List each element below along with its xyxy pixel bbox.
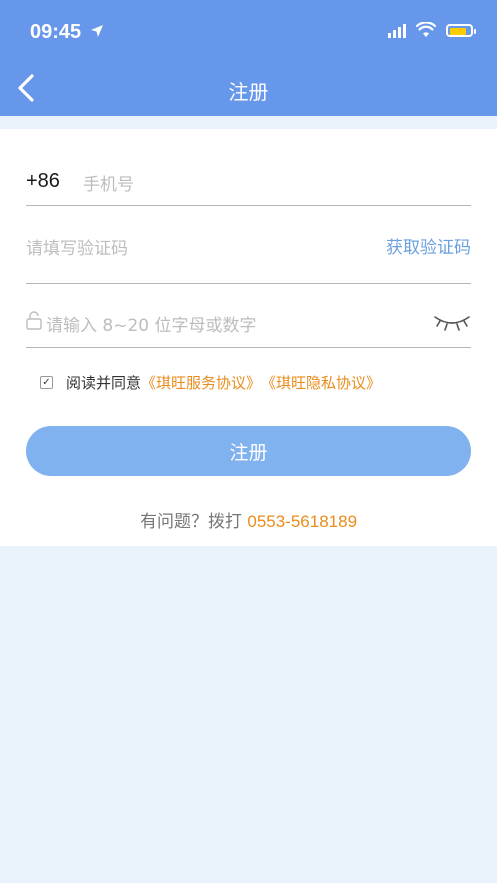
- agreement-row: ✓ 阅读并同意 《琪旺服务协议》 《琪旺隐私协议》: [40, 372, 381, 393]
- help-phone-link[interactable]: 0553-5618189: [247, 512, 357, 531]
- agreement-checkbox[interactable]: ✓: [40, 376, 53, 389]
- location-arrow-icon: [91, 25, 103, 37]
- help-label: 有问题？拨打: [139, 512, 242, 532]
- page-title: 注册: [228, 80, 269, 104]
- lock-icon: [26, 311, 42, 330]
- phone-field[interactable]: +86 手机号: [26, 164, 471, 206]
- code-input[interactable]: 请填写验证码: [26, 234, 128, 259]
- status-indicators: [388, 22, 476, 38]
- wifi-icon: [416, 22, 436, 37]
- get-code-button[interactable]: 获取验证码: [386, 233, 471, 258]
- password-input[interactable]: 请输入 8~20 位字母或数字: [46, 311, 257, 336]
- privacy-agreement-link[interactable]: 《琪旺隐私协议》: [261, 372, 381, 393]
- verification-code-field[interactable]: 请填写验证码 获取验证码: [26, 229, 471, 284]
- status-time: 09:45: [30, 21, 82, 43]
- eye-closed-icon[interactable]: [433, 313, 471, 333]
- register-form: +86 手机号 请填写验证码 获取验证码 请输入 8~20 位字母或数字 ✓ 阅…: [0, 129, 497, 546]
- signal-icon: [388, 22, 406, 38]
- header-bar: 09:45 注册: [0, 0, 497, 116]
- battery-icon: [446, 23, 476, 37]
- country-code[interactable]: +86: [26, 170, 60, 193]
- help-line: 有问题？拨打 0553-5618189: [0, 507, 497, 532]
- register-button[interactable]: 注册: [26, 426, 471, 476]
- password-field[interactable]: 请输入 8~20 位字母或数字: [26, 301, 471, 348]
- phone-input[interactable]: 手机号: [83, 170, 134, 195]
- service-agreement-link[interactable]: 《琪旺服务协议》: [141, 372, 261, 393]
- agreement-label: 阅读并同意: [66, 374, 142, 392]
